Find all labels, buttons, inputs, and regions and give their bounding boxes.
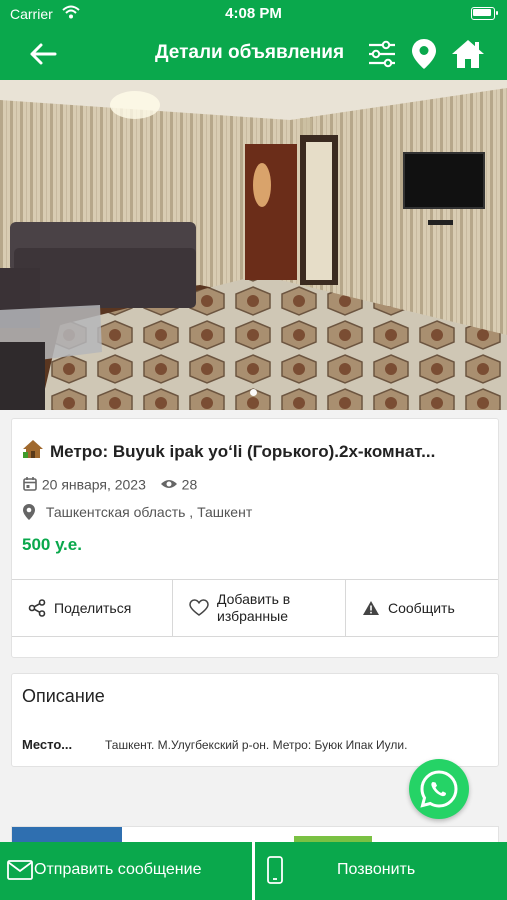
top-nav-bar: Детали объявления — [0, 28, 507, 80]
location-row: Ташкентская область , Ташкент — [22, 503, 252, 521]
description-key: Место... — [22, 737, 73, 752]
heart-icon — [189, 599, 209, 616]
description-value: Ташкент. М.Улугбекский р-он. Метро: Буюк… — [105, 738, 408, 752]
call-label: Позвонить — [337, 861, 416, 878]
home-icon[interactable] — [451, 38, 485, 70]
report-button[interactable]: Сообщить — [346, 580, 498, 636]
warning-icon — [363, 601, 379, 615]
share-label: Поделиться — [54, 600, 132, 616]
bottom-action-bar: Отправить сообщение Позвонить — [0, 842, 507, 900]
add-to-favorites-button[interactable]: Добавить в избранные — [173, 580, 346, 636]
description-card: Описание Место... Ташкент. М.Улугбекский… — [11, 673, 499, 767]
map-pin-icon — [23, 504, 35, 521]
listing-title-text: Метро: Buyuk ipak yoʻli (Горького).2х-ко… — [50, 442, 436, 461]
listing-location: Ташкентская область , Ташкент — [45, 504, 253, 521]
description-heading: Описание — [22, 686, 105, 706]
favorites-label: Добавить в избранные — [217, 591, 291, 624]
call-button[interactable]: Позвонить — [255, 842, 507, 900]
action-bar: Поделиться Добавить в избранные Сообщить — [12, 579, 498, 637]
mail-icon — [7, 860, 33, 880]
listing-info-card: Метро: Buyuk ipak yoʻli (Горького).2х-ко… — [11, 418, 499, 658]
listing-photo[interactable] — [0, 80, 507, 410]
report-label: Сообщить — [388, 600, 455, 616]
filter-icon[interactable] — [366, 38, 398, 70]
carousel-dot — [250, 389, 257, 396]
battery-icon — [471, 7, 498, 20]
whatsapp-icon — [420, 770, 458, 808]
listing-price: 500 у.е. — [22, 535, 82, 554]
whatsapp-button[interactable] — [409, 759, 469, 819]
send-message-label: Отправить сообщение — [34, 861, 202, 878]
views-eye-icon — [160, 480, 177, 489]
room-photo-image — [0, 80, 507, 410]
status-bar: Carrier 4:08 PM — [0, 0, 507, 28]
clock: 4:08 PM — [225, 5, 282, 22]
carousel-indicator — [0, 383, 507, 401]
send-message-button[interactable]: Отправить сообщение — [0, 842, 252, 900]
back-arrow-icon[interactable] — [28, 40, 58, 68]
house-icon — [23, 440, 43, 458]
listing-title: Метро: Buyuk ipak yoʻli (Горького).2х-ко… — [22, 438, 492, 462]
location-pin-icon[interactable] — [411, 38, 437, 70]
views-count: 28 — [181, 476, 198, 493]
calendar-icon — [23, 477, 37, 492]
share-button[interactable]: Поделиться — [12, 580, 173, 636]
page-title: Детали объявления — [155, 42, 345, 63]
listing-date: 20 января, 2023 — [41, 476, 146, 493]
listing-meta: 20 января, 2023 28 Ташкентская область ,… — [22, 475, 252, 521]
phone-icon — [267, 856, 283, 884]
share-icon — [28, 599, 46, 617]
